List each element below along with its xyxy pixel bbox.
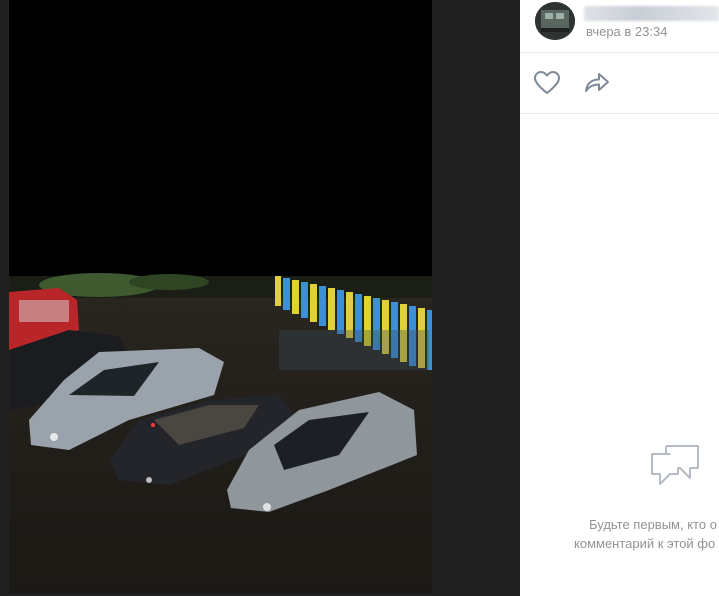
post-header: вчера в 23:34 (520, 0, 719, 53)
empty-comments-text: Будьте первым, кто о комментарий к этой … (574, 515, 719, 553)
empty-comments-line1: Будьте первым, кто о (589, 517, 717, 532)
empty-comments: Будьте первым, кто о комментарий к этой … (520, 440, 719, 570)
heart-outline-icon (534, 71, 560, 94)
avatar[interactable] (535, 2, 575, 40)
like-button[interactable] (533, 70, 561, 96)
share-button[interactable] (583, 70, 611, 96)
share-arrow-icon (585, 73, 609, 92)
empty-comments-line2: комментарий к этой фо (574, 536, 716, 551)
post-actions (520, 53, 719, 114)
author-name[interactable] (584, 6, 719, 21)
post-sidebar: вчера в 23:34 Будьте первым, кто о комме… (520, 0, 719, 596)
avatar-image (535, 2, 575, 40)
photo-viewer (0, 0, 520, 596)
post-photo[interactable] (9, 0, 432, 593)
flooded-parking-photo (9, 0, 432, 593)
post-time[interactable]: вчера в 23:34 (586, 24, 667, 39)
comment-bubbles-icon (648, 442, 702, 492)
